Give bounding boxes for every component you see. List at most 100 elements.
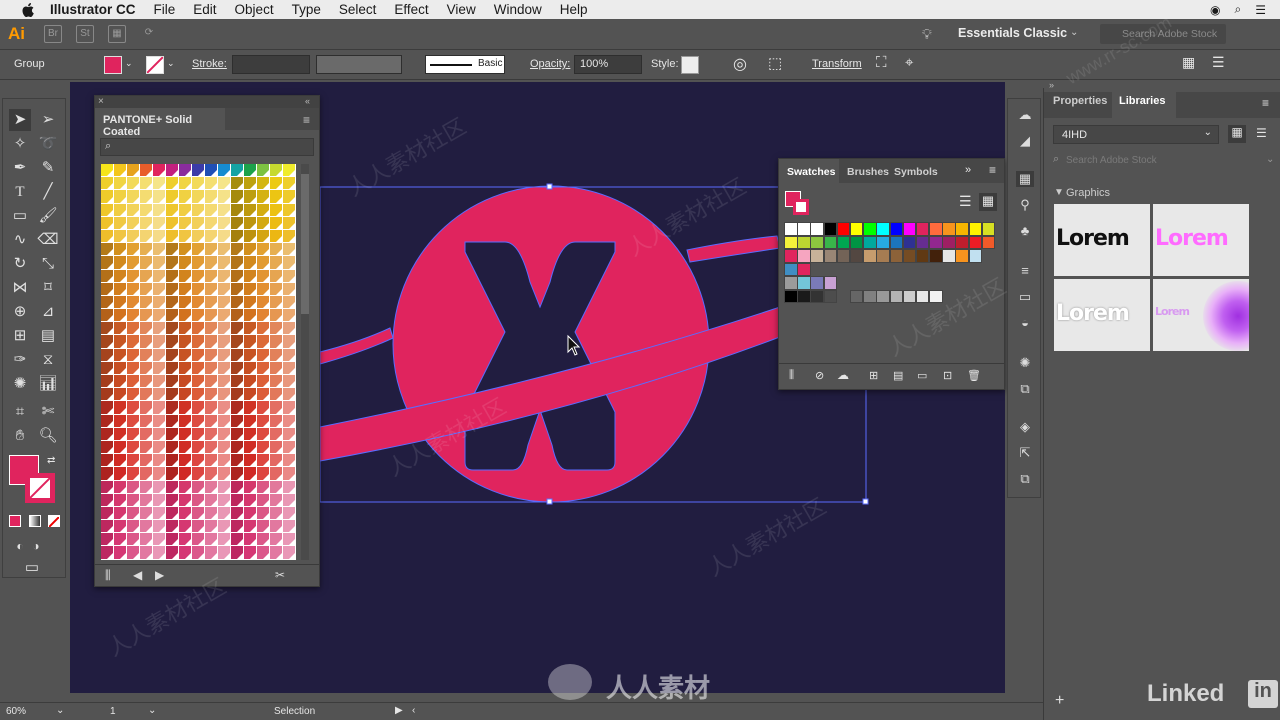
mesh-tool-icon[interactable]: ⊞ [9, 325, 31, 347]
pantone-swatch[interactable] [179, 322, 192, 336]
pantone-swatch[interactable] [114, 164, 127, 178]
pantone-search-input[interactable]: ⌕ [100, 138, 314, 156]
pantone-swatch[interactable] [166, 454, 179, 468]
pantone-swatch[interactable] [270, 546, 283, 560]
pantone-swatch[interactable] [231, 427, 244, 441]
stroke-panel-icon[interactable]: ≡ [1016, 263, 1034, 279]
chevron-down-icon[interactable]: ⌄ [1070, 27, 1078, 38]
pantone-swatch[interactable] [231, 256, 244, 270]
pantone-swatch[interactable] [127, 203, 140, 217]
pantone-swatch[interactable] [244, 493, 257, 507]
pantone-swatch[interactable] [283, 480, 296, 494]
pantone-swatch[interactable] [244, 361, 257, 375]
pantone-swatch[interactable] [205, 375, 218, 389]
puppet-warp-icon[interactable]: ⌖ [905, 54, 913, 71]
pantone-swatch[interactable] [218, 322, 231, 336]
pantone-swatch[interactable] [270, 243, 283, 257]
pantone-swatch[interactable] [127, 388, 140, 402]
pantone-swatch[interactable] [153, 177, 166, 191]
scroll-left-icon[interactable]: ‹ [412, 705, 415, 716]
pantone-swatch[interactable] [270, 348, 283, 362]
pantone-swatch[interactable] [231, 375, 244, 389]
pantone-swatch[interactable] [270, 216, 283, 230]
pantone-swatch[interactable] [218, 533, 231, 547]
pantone-panel-tab[interactable]: PANTONE+ Solid Coated [95, 108, 225, 138]
lightbulb-icon[interactable]: 💡︎ [922, 26, 932, 43]
pantone-swatch[interactable] [140, 375, 153, 389]
pantone-swatch[interactable] [205, 546, 218, 560]
pantone-swatch[interactable] [218, 177, 231, 191]
graphic-style-swatch[interactable] [681, 56, 699, 74]
pantone-swatch[interactable] [283, 269, 296, 283]
grid-view-icon[interactable]: ▦ [1228, 125, 1246, 143]
color-swatch[interactable] [955, 235, 969, 250]
pantone-swatch[interactable] [127, 375, 140, 389]
pantone-swatch[interactable] [283, 454, 296, 468]
pantone-swatch[interactable] [101, 295, 114, 310]
menu-effect[interactable]: Effect [394, 2, 428, 17]
pantone-swatch[interactable] [244, 467, 257, 481]
pantone-swatch[interactable] [127, 493, 140, 507]
pantone-swatch[interactable] [257, 506, 270, 521]
pantone-swatch[interactable] [127, 440, 140, 455]
pantone-swatch[interactable] [205, 335, 218, 349]
pantone-swatch[interactable] [218, 520, 231, 534]
pantone-swatch[interactable] [114, 243, 127, 257]
chevron-down-icon[interactable]: ⌄ [56, 705, 64, 716]
pantone-swatch[interactable] [140, 533, 153, 547]
color-swatch[interactable] [981, 235, 996, 250]
color-swatch[interactable] [849, 290, 864, 304]
pantone-swatch[interactable] [140, 440, 153, 455]
color-swatch[interactable] [836, 249, 851, 263]
pantone-swatch[interactable] [244, 269, 257, 283]
list-view-icon[interactable]: ☰ [959, 193, 972, 210]
bridge-icon[interactable]: Br [44, 25, 62, 43]
variable-width-profile[interactable] [316, 55, 402, 74]
pantone-swatch[interactable] [179, 401, 192, 415]
type-tool-icon[interactable]: T [9, 181, 31, 203]
slice-tool-icon[interactable]: ✄ [37, 401, 59, 423]
color-swatch[interactable] [955, 249, 969, 263]
pantone-swatch[interactable] [114, 322, 127, 336]
pantone-swatch[interactable] [166, 506, 179, 521]
pantone-swatch[interactable] [166, 427, 179, 441]
color-swatch[interactable] [876, 222, 890, 236]
pantone-swatch[interactable] [166, 216, 179, 230]
pantone-swatch[interactable] [205, 216, 218, 230]
pantone-swatch[interactable] [231, 520, 244, 534]
perspective-grid-tool-icon[interactable]: ⊿ [37, 301, 59, 323]
pantone-swatch[interactable] [127, 322, 140, 336]
pantone-swatch[interactable] [114, 190, 127, 204]
pantone-swatch[interactable] [179, 229, 192, 244]
color-swatch[interactable] [823, 222, 838, 236]
pantone-swatch[interactable] [231, 164, 244, 178]
pantone-swatch[interactable] [270, 361, 283, 375]
pantone-swatch[interactable] [153, 506, 166, 521]
pantone-swatch[interactable] [127, 164, 140, 178]
pantone-swatch[interactable] [283, 401, 296, 415]
pantone-swatch[interactable] [127, 216, 140, 230]
color-swatch[interactable] [915, 235, 930, 250]
library-graphic-1[interactable]: Lorem [1054, 204, 1150, 276]
color-swatch[interactable] [863, 249, 877, 263]
align-icon[interactable]: ⬚ [768, 54, 782, 72]
pantone-swatch[interactable] [244, 546, 257, 560]
pantone-swatch[interactable] [257, 269, 270, 283]
pantone-swatch[interactable] [205, 361, 218, 375]
color-mode-icon[interactable] [9, 515, 21, 527]
pantone-swatch[interactable] [127, 243, 140, 257]
pantone-swatch[interactable] [153, 295, 166, 310]
pantone-swatch[interactable] [114, 414, 127, 428]
pantone-swatch[interactable] [257, 164, 270, 178]
zoom-level[interactable]: 60% [6, 706, 26, 717]
pantone-swatch[interactable] [257, 203, 270, 217]
pantone-swatch[interactable] [127, 309, 140, 323]
pantone-swatch[interactable] [101, 401, 114, 415]
pantone-swatch[interactable] [283, 216, 296, 230]
pantone-swatch[interactable] [114, 229, 127, 244]
pantone-swatch[interactable] [101, 414, 114, 428]
color-swatch[interactable] [876, 249, 890, 263]
appearance-panel-icon[interactable]: ✺ [1016, 355, 1034, 371]
tab-swatches[interactable]: Swatches [787, 166, 835, 178]
pantone-swatch[interactable] [101, 546, 114, 560]
